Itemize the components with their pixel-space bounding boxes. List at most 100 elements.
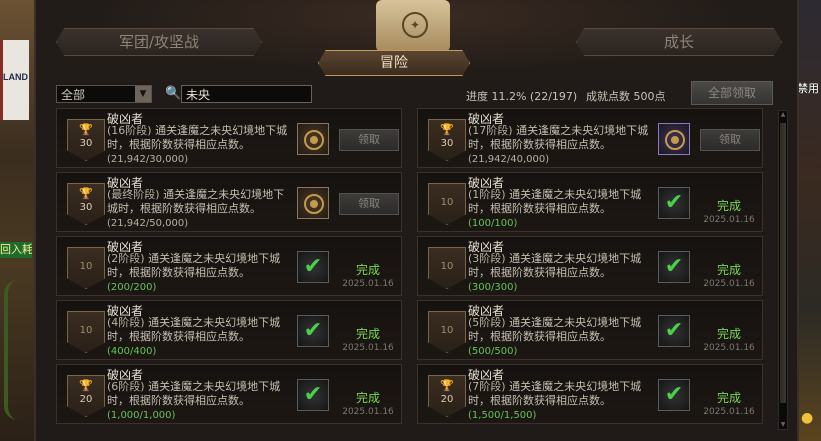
completed-status: 完成	[355, 263, 380, 277]
checkmark-icon: ✔	[658, 187, 690, 219]
achievement-description: (最终阶段) 通关逢魔之未央幻境地下城时，根据阶数获得相应点数。 (21,942/…	[107, 188, 289, 231]
medal-points: 10	[440, 325, 454, 336]
tab-growth[interactable]: 成长	[576, 28, 782, 56]
list-scrollbar[interactable]: ▲ ▼	[778, 110, 788, 430]
medal-points: 30	[79, 202, 93, 213]
achievement-medal-icon: 🏆 20	[428, 375, 466, 417]
checkmark-icon: ✔	[658, 379, 690, 411]
reward-emblem-icon	[658, 123, 690, 155]
achievement-card: 🏆 30 破凶者 (17阶段) 通关逢魔之未央幻境地下城时，根据阶数获得相应点数。 (2…	[417, 108, 763, 168]
check-icon: ✔	[303, 318, 323, 343]
tab-bar: 军团/攻坚战 ✦ 冒险 成长	[36, 0, 797, 82]
category-select-value: 全部	[61, 88, 86, 102]
completed-date: 2025.01.16	[342, 343, 394, 353]
claim-button[interactable]: 领取	[339, 193, 399, 215]
check-icon: ✔	[664, 382, 684, 407]
completed-date: 2025.01.16	[703, 215, 755, 225]
achievement-card: 10 破凶者 (3阶段) 通关逢魔之未央幻境地下城时，根据阶数获得相应点数。 (300…	[417, 236, 763, 296]
achievement-description: (7阶段) 通关逢魔之未央幻境地下城时，根据阶数获得相应点数。 (1,500/1,…	[468, 380, 650, 423]
medal-points: 20	[440, 394, 454, 405]
completed-date: 2025.01.16	[342, 279, 394, 289]
trophy-icon: 🏆	[440, 123, 454, 136]
achievement-progress: (21,942/50,000)	[107, 218, 189, 229]
reward-emblem-icon	[297, 187, 329, 219]
scroll-up-icon[interactable]: ▲	[779, 111, 787, 119]
achievement-card: 🏆 20 破凶者 (7阶段) 通关逢魔之未央幻境地下城时，根据阶数获得相应点数。 (1,…	[417, 364, 763, 424]
achievement-description: (2阶段) 通关逢魔之未央幻境地下城时，根据阶数获得相应点数。 (200/200)	[107, 252, 289, 295]
trophy-icon: 🏆	[440, 379, 454, 392]
achievement-medal-icon: 🏆 30	[67, 119, 105, 161]
medal-points: 20	[79, 394, 93, 405]
background-right-text: 禁用 可以	[797, 82, 821, 95]
achievement-progress: (21,942/40,000)	[468, 154, 550, 165]
achievement-card: 🏆 20 破凶者 (6阶段) 通关逢魔之未央幻境地下城时，根据阶数获得相应点数。 (1,…	[56, 364, 402, 424]
tab-adventure[interactable]: 冒险	[318, 50, 470, 76]
claim-button[interactable]: 领取	[339, 129, 399, 151]
achievement-window: 军团/攻坚战 ✦ 冒险 成长 全部 ▼ 🔍 未央 进度 11.2% (22/19…	[34, 0, 799, 441]
medal-points: 30	[440, 138, 454, 149]
completed-date: 2025.01.16	[703, 279, 755, 289]
scrollbar-thumb[interactable]	[780, 123, 786, 403]
achievement-progress: (100/100)	[468, 218, 518, 229]
map-pin-icon[interactable]: ●	[801, 410, 813, 428]
achievement-medal-icon: 🏆 30	[67, 183, 105, 225]
achievement-progress: (500/500)	[468, 346, 518, 357]
achievement-medal-icon: 10	[67, 311, 105, 353]
checkmark-icon: ✔	[297, 251, 329, 283]
tab-legion-siege[interactable]: 军团/攻坚战	[56, 28, 262, 56]
claim-button[interactable]: 领取	[700, 129, 760, 151]
achievement-description: (17阶段) 通关逢魔之未央幻境地下城时，根据阶数获得相应点数。 (21,942/…	[468, 124, 650, 167]
achievement-stage: (3阶段)	[468, 252, 506, 265]
background-vine	[4, 280, 32, 420]
achievement-progress: (200/200)	[107, 282, 157, 293]
achievement-stage: (7阶段)	[468, 380, 506, 393]
achievement-stage: (4阶段)	[107, 316, 145, 329]
achievement-medal-icon: 10	[428, 247, 466, 289]
compass-icon: ✦	[402, 12, 428, 38]
search-input[interactable]: 未央	[181, 85, 312, 103]
background-sign: LAND	[0, 40, 29, 120]
check-icon: ✔	[664, 318, 684, 343]
checkmark-icon: ✔	[297, 379, 329, 411]
completed-date: 2025.01.16	[703, 343, 755, 353]
achievement-card: 🏆 30 破凶者 (最终阶段) 通关逢魔之未央幻境地下城时，根据阶数获得相应点数。 (2…	[56, 172, 402, 232]
achievement-description: (16阶段) 通关逢魔之未央幻境地下城时，根据阶数获得相应点数。 (21,942/…	[107, 124, 289, 167]
completed-date: 2025.01.16	[703, 407, 755, 417]
medal-points: 30	[79, 138, 93, 149]
achievement-description: (5阶段) 通关逢魔之未央幻境地下城时，根据阶数获得相应点数。 (500/500)	[468, 316, 650, 359]
achievement-stage: (2阶段)	[107, 252, 145, 265]
trophy-icon: 🏆	[79, 379, 93, 392]
completed-status: 完成	[716, 199, 741, 213]
checkmark-icon: ✔	[297, 315, 329, 347]
completed-status: 完成	[355, 327, 380, 341]
reward-emblem-icon	[297, 123, 329, 155]
achievement-stage: (16阶段)	[107, 124, 152, 137]
checkmark-icon: ✔	[658, 251, 690, 283]
achievement-medal-icon: 🏆 30	[428, 119, 466, 161]
achievement-stage: (5阶段)	[468, 316, 506, 329]
achievement-medal-icon: 🏆 20	[67, 375, 105, 417]
achievement-card: 10 破凶者 (2阶段) 通关逢魔之未央幻境地下城时，根据阶数获得相应点数。 (200…	[56, 236, 402, 296]
sign-text: LAND	[3, 72, 28, 82]
achievement-progress: (400/400)	[107, 346, 157, 357]
trophy-icon: 🏆	[79, 187, 93, 200]
achievement-medal-icon: 10	[428, 311, 466, 353]
completed-status: 完成	[716, 263, 741, 277]
progress-label: 进度 11.2% (22/197)	[466, 90, 578, 103]
achievement-stage: (6阶段)	[107, 380, 145, 393]
achievement-progress: (21,942/30,000)	[107, 154, 189, 165]
checkmark-icon: ✔	[658, 315, 690, 347]
category-select[interactable]: 全部 ▼	[56, 85, 152, 103]
check-icon: ✔	[303, 254, 323, 279]
achievement-progress: (1,500/1,500)	[468, 410, 537, 421]
trophy-icon: 🏆	[79, 123, 93, 136]
background-badge: 回入耗	[0, 242, 32, 258]
achievement-stage: (17阶段)	[468, 124, 513, 137]
chevron-down-icon[interactable]: ▼	[135, 86, 151, 102]
scroll-down-icon[interactable]: ▼	[779, 421, 787, 429]
completed-status: 完成	[716, 327, 741, 341]
achievement-description: (1阶段) 通关逢魔之未央幻境地下城时，根据阶数获得相应点数。 (100/100)	[468, 188, 650, 231]
medal-points: 10	[79, 261, 93, 272]
emblem-icon	[304, 194, 324, 214]
claim-all-button[interactable]: 全部领取	[691, 81, 773, 105]
